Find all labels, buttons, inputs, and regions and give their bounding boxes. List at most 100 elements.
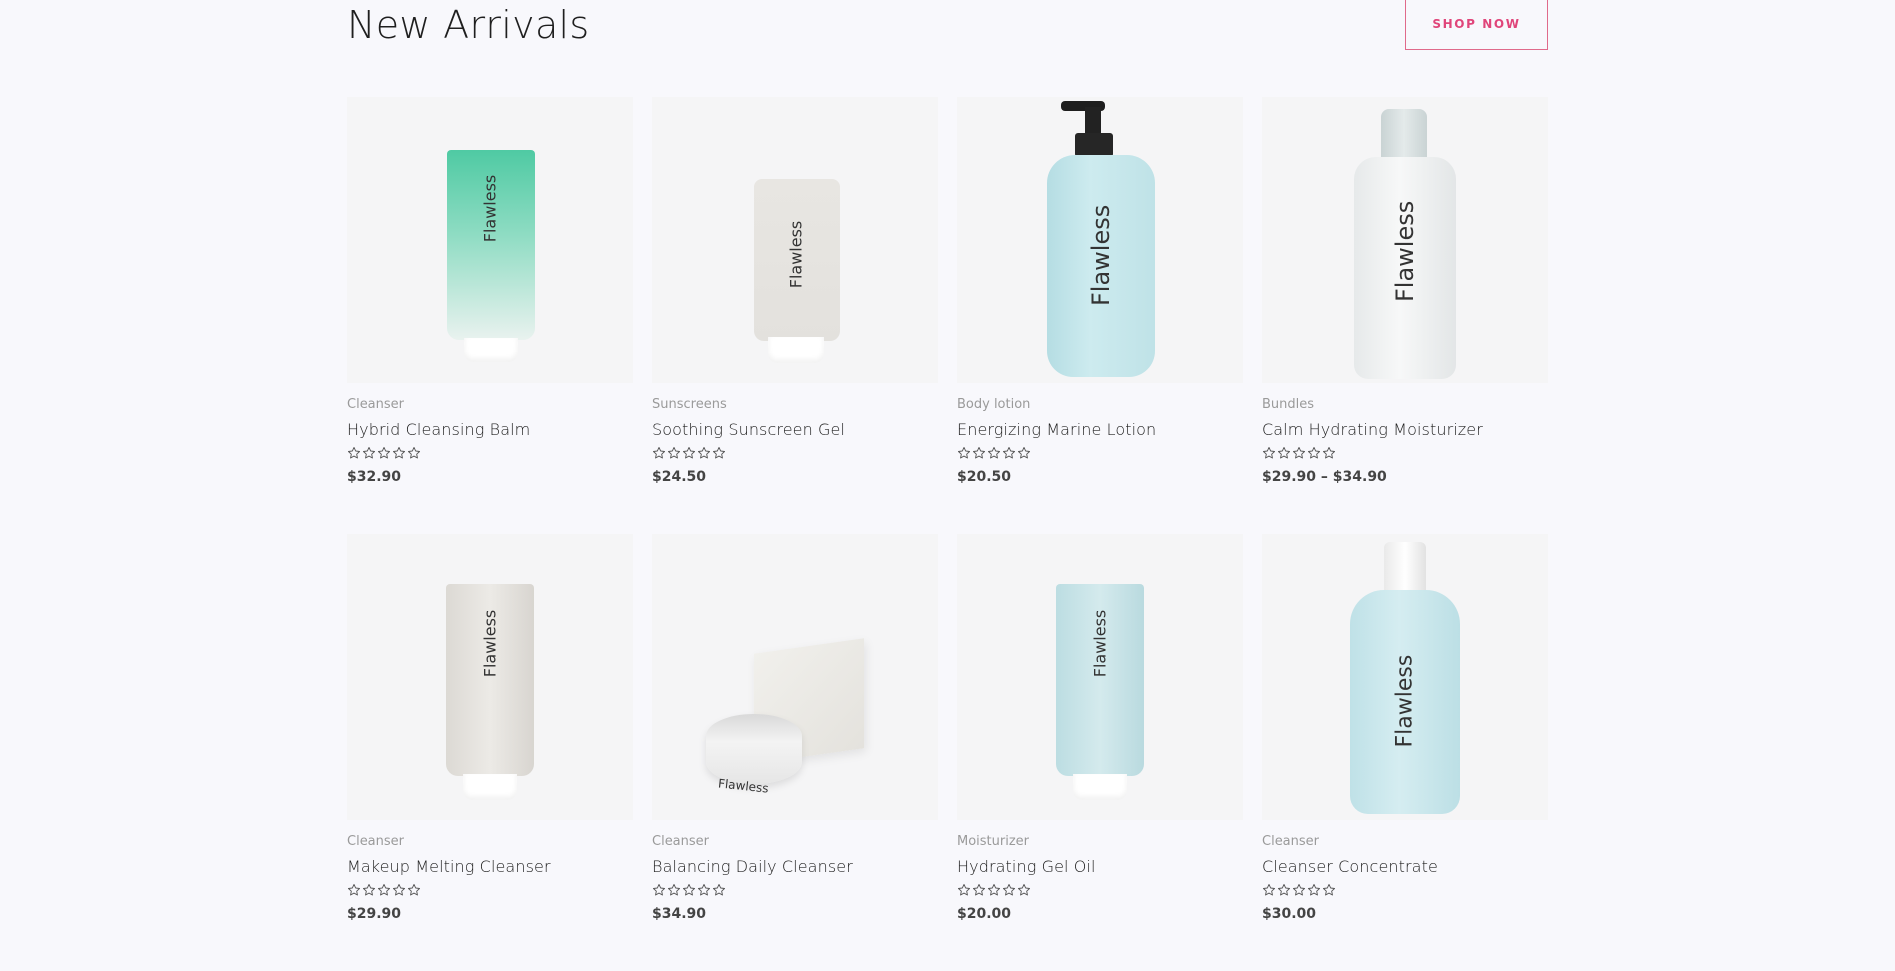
star-rating xyxy=(957,445,1031,463)
brand-logo: Flawless xyxy=(786,220,806,289)
product-image[interactable]: Flawless xyxy=(652,97,938,383)
star-icon xyxy=(697,882,711,900)
product-name[interactable]: Balancing Daily Cleanser xyxy=(652,857,853,876)
bottle-cap xyxy=(1384,542,1426,594)
product-name[interactable]: Energizing Marine Lotion xyxy=(957,420,1156,439)
product-category[interactable]: Cleanser xyxy=(347,834,404,849)
product-category[interactable]: Sunscreens xyxy=(652,397,727,412)
product-image[interactable]: Flawless xyxy=(957,97,1243,383)
star-icon xyxy=(407,445,421,463)
star-icon xyxy=(712,882,726,900)
star-rating xyxy=(957,882,1031,900)
product-card[interactable]: Flawless Body lotion Energizing Marine L… xyxy=(957,97,1243,534)
star-icon xyxy=(377,882,391,900)
product-image[interactable]: Flawless xyxy=(1262,534,1548,820)
star-icon xyxy=(667,445,681,463)
star-icon xyxy=(1262,882,1276,900)
product-category[interactable]: Cleanser xyxy=(1262,834,1319,849)
product-category[interactable]: Cleanser xyxy=(652,834,709,849)
new-arrivals-section: New Arrivals SHOP NOW Flawless Cleanser … xyxy=(347,0,1548,954)
product-name[interactable]: Makeup Melting Cleanser xyxy=(347,857,551,876)
product-jar xyxy=(706,714,802,784)
star-icon xyxy=(1307,445,1321,463)
product-price: $34.90 xyxy=(652,906,707,922)
product-name[interactable]: Cleanser Concentrate xyxy=(1262,857,1438,876)
star-icon xyxy=(697,445,711,463)
star-rating xyxy=(652,445,726,463)
tube-cap xyxy=(463,774,517,800)
product-price: $29.90 – $34.90 xyxy=(1262,469,1387,485)
star-rating xyxy=(1262,445,1336,463)
brand-logo: Flawless xyxy=(480,609,500,678)
star-icon xyxy=(1017,445,1031,463)
star-icon xyxy=(1002,882,1016,900)
pump-collar xyxy=(1075,133,1113,157)
star-icon xyxy=(682,882,696,900)
product-image[interactable]: Flawless xyxy=(347,534,633,820)
star-icon xyxy=(362,445,376,463)
product-card[interactable]: Flawless Cleanser Makeup Melting Cleanse… xyxy=(347,534,633,971)
bottle-cap xyxy=(1381,109,1427,161)
star-icon xyxy=(1292,445,1306,463)
star-icon xyxy=(957,445,971,463)
star-icon xyxy=(712,445,726,463)
tube-cap xyxy=(768,337,824,363)
star-icon xyxy=(407,882,421,900)
product-price: $30.00 xyxy=(1262,906,1317,922)
star-icon xyxy=(1307,882,1321,900)
product-name[interactable]: Calm Hydrating Moisturizer xyxy=(1262,420,1483,439)
product-price: $32.90 xyxy=(347,469,402,485)
product-name[interactable]: Hydrating Gel Oil xyxy=(957,857,1096,876)
star-icon xyxy=(682,445,696,463)
tube-cap xyxy=(464,338,518,362)
star-icon xyxy=(1277,445,1291,463)
product-card[interactable]: Flawless Cleanser Hybrid Cleansing Balm … xyxy=(347,97,633,534)
star-icon xyxy=(392,445,406,463)
star-rating xyxy=(652,882,726,900)
product-category[interactable]: Moisturizer xyxy=(957,834,1029,849)
brand-logo: Flawless xyxy=(480,174,500,243)
product-image[interactable]: Flawless xyxy=(652,534,938,820)
star-icon xyxy=(987,445,1001,463)
brand-logo: Flawless xyxy=(1391,200,1419,302)
product-card[interactable]: Flawless Cleanser Balancing Daily Cleans… xyxy=(652,534,938,971)
product-price: $24.50 xyxy=(652,469,707,485)
star-icon xyxy=(362,882,376,900)
star-icon xyxy=(652,445,666,463)
product-card[interactable]: Flawless Sunscreens Soothing Sunscreen G… xyxy=(652,97,938,534)
star-icon xyxy=(1002,445,1016,463)
star-icon xyxy=(972,445,986,463)
product-name[interactable]: Hybrid Cleansing Balm xyxy=(347,420,530,439)
product-image[interactable]: Flawless xyxy=(1262,97,1548,383)
product-price: $20.00 xyxy=(957,906,1012,922)
product-name[interactable]: Soothing Sunscreen Gel xyxy=(652,420,845,439)
star-icon xyxy=(392,882,406,900)
star-icon xyxy=(652,882,666,900)
star-icon xyxy=(957,882,971,900)
star-icon xyxy=(1262,445,1276,463)
shop-now-button[interactable]: SHOP NOW xyxy=(1405,0,1548,50)
product-category[interactable]: Cleanser xyxy=(347,397,404,412)
star-icon xyxy=(972,882,986,900)
tube-cap xyxy=(1073,774,1127,800)
star-rating xyxy=(347,882,421,900)
star-icon xyxy=(1292,882,1306,900)
star-icon xyxy=(347,445,361,463)
product-category[interactable]: Bundles xyxy=(1262,397,1314,412)
product-card[interactable]: Flawless Moisturizer Hydrating Gel Oil $… xyxy=(957,534,1243,971)
product-category[interactable]: Body lotion xyxy=(957,397,1030,412)
star-rating xyxy=(1262,882,1336,900)
product-card[interactable]: Flawless Bundles Calm Hydrating Moisturi… xyxy=(1262,97,1548,534)
product-image[interactable]: Flawless xyxy=(347,97,633,383)
product-price: $29.90 xyxy=(347,906,402,922)
product-image[interactable]: Flawless xyxy=(957,534,1243,820)
product-card[interactable]: Flawless Cleanser Cleanser Concentrate $… xyxy=(1262,534,1548,971)
star-icon xyxy=(1277,882,1291,900)
section-title: New Arrivals xyxy=(347,3,590,47)
product-grid: Flawless Cleanser Hybrid Cleansing Balm … xyxy=(347,97,1548,971)
product-price: $20.50 xyxy=(957,469,1012,485)
star-icon xyxy=(987,882,1001,900)
star-icon xyxy=(1017,882,1031,900)
star-icon xyxy=(347,882,361,900)
brand-logo: Flawless xyxy=(1392,654,1418,748)
